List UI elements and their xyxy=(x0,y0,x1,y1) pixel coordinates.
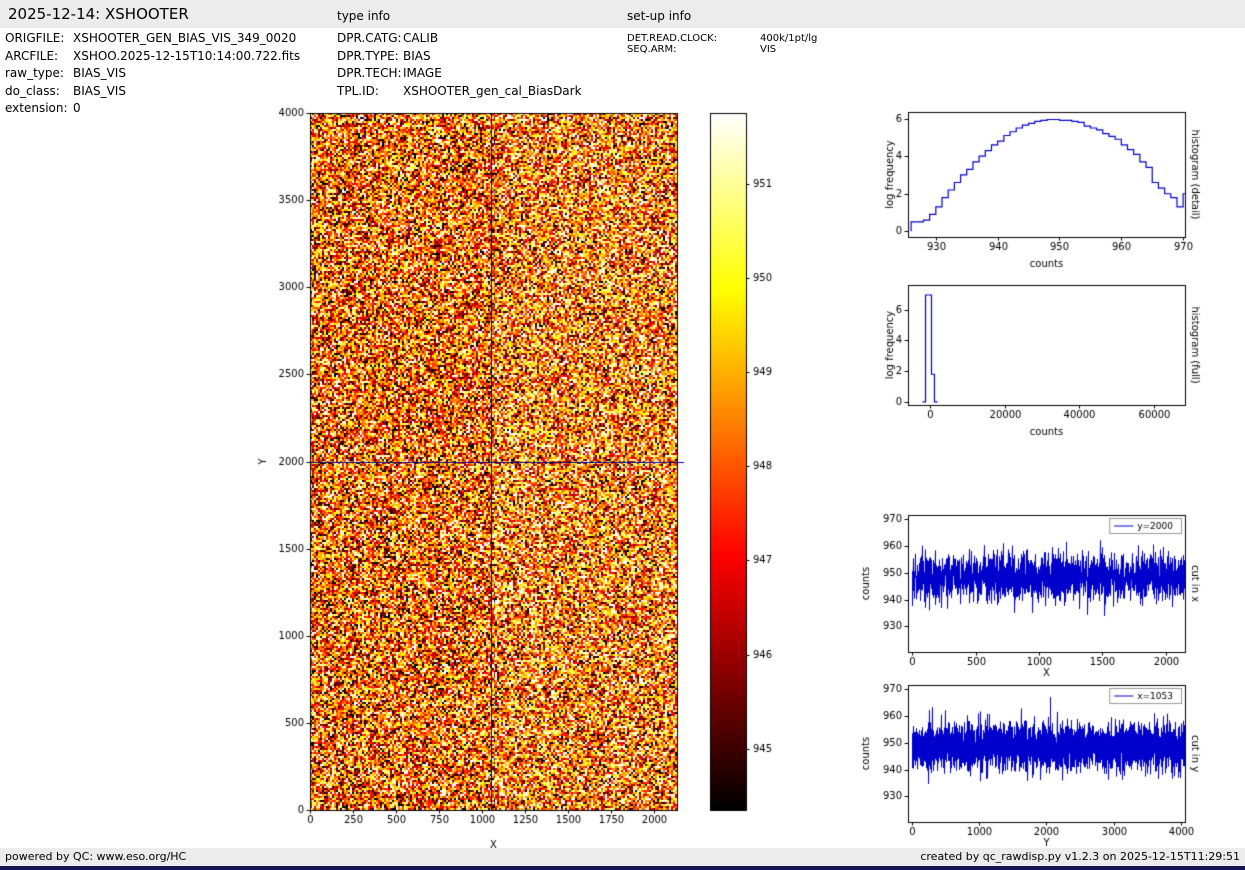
file-info-label: extension: xyxy=(5,101,68,115)
setup-info-label: SEQ.ARM: xyxy=(627,44,677,55)
type-info-label: DPR.TECH: xyxy=(337,66,402,80)
colorbar xyxy=(705,105,780,860)
file-info-row: do_class: BIAS_VIS xyxy=(5,84,300,102)
type-info-value: XSHOOTER_gen_cal_BiasDark xyxy=(403,83,582,98)
footer-qc-link[interactable]: powered by QC: www.eso.org/HC xyxy=(5,850,186,863)
type-info-row: DPR.CATG: CALIB xyxy=(337,31,582,49)
file-info-label: ORIGFILE: xyxy=(5,31,65,45)
file-info-label: raw_type: xyxy=(5,66,64,80)
file-info-value: 0 xyxy=(73,101,81,115)
file-info-value: XSHOOTER_GEN_BIAS_VIS_349_0020 xyxy=(73,31,297,45)
file-info-value: BIAS_VIS xyxy=(73,83,126,98)
histogram-detail-plot xyxy=(850,105,1222,280)
type-info-value: IMAGE xyxy=(403,66,442,80)
file-info-row: ORIGFILE: XSHOOTER_GEN_BIAS_VIS_349_0020 xyxy=(5,31,300,49)
type-info-row: DPR.TYPE: BIAS xyxy=(337,49,582,67)
histogram-full-plot xyxy=(850,278,1222,453)
cut-in-x-plot xyxy=(850,508,1222,680)
bias-image-plot xyxy=(250,105,720,860)
setup-info-label: DET.READ.CLOCK: xyxy=(627,33,718,44)
window-bottom-bar xyxy=(0,866,1245,870)
type-info-value: CALIB xyxy=(403,31,439,45)
type-info-heading: type info xyxy=(337,9,391,23)
setup-info-row: DET.READ.CLOCK: 400k/1pt/lg xyxy=(627,33,817,44)
cut-in-y-plot xyxy=(850,678,1222,848)
file-info-value: BIAS_VIS xyxy=(73,66,126,80)
footer-bar: powered by QC: www.eso.org/HC created by… xyxy=(0,848,1245,866)
type-info-row: TPL.ID: XSHOOTER_gen_cal_BiasDark xyxy=(337,84,582,102)
setup-info-column: DET.READ.CLOCK: 400k/1pt/lg SEQ.ARM: VIS xyxy=(627,33,817,55)
footer-created-by: created by qc_rawdisp.py v1.2.3 on 2025-… xyxy=(920,850,1240,863)
type-info-label: TPL.ID: xyxy=(337,83,379,98)
setup-info-value: VIS xyxy=(760,44,777,55)
file-info-label: ARCFILE: xyxy=(5,48,59,63)
type-info-row: DPR.TECH: IMAGE xyxy=(337,66,582,84)
type-info-label: DPR.TYPE: xyxy=(337,48,399,63)
type-info-label: DPR.CATG: xyxy=(337,31,402,45)
file-info-row: raw_type: BIAS_VIS xyxy=(5,66,300,84)
setup-info-value: 400k/1pt/lg xyxy=(760,33,818,44)
file-info-row: ARCFILE: XSHOO.2025-12-15T10:14:00.722.fi… xyxy=(5,49,300,67)
page-title: 2025-12-14: XSHOOTER xyxy=(8,5,189,23)
setup-info-row: SEQ.ARM: VIS xyxy=(627,44,817,55)
type-info-value: BIAS xyxy=(403,48,431,63)
header-bar: 2025-12-14: XSHOOTER type info set-up in… xyxy=(0,0,1245,28)
type-info-column: DPR.CATG: CALIB DPR.TYPE: BIAS DPR.TECH: IMAG… xyxy=(337,31,582,101)
setup-info-heading: set-up info xyxy=(627,9,692,23)
file-info-label: do_class: xyxy=(5,83,60,98)
file-info-value: XSHOO.2025-12-15T10:14:00.722.fits xyxy=(73,48,301,63)
